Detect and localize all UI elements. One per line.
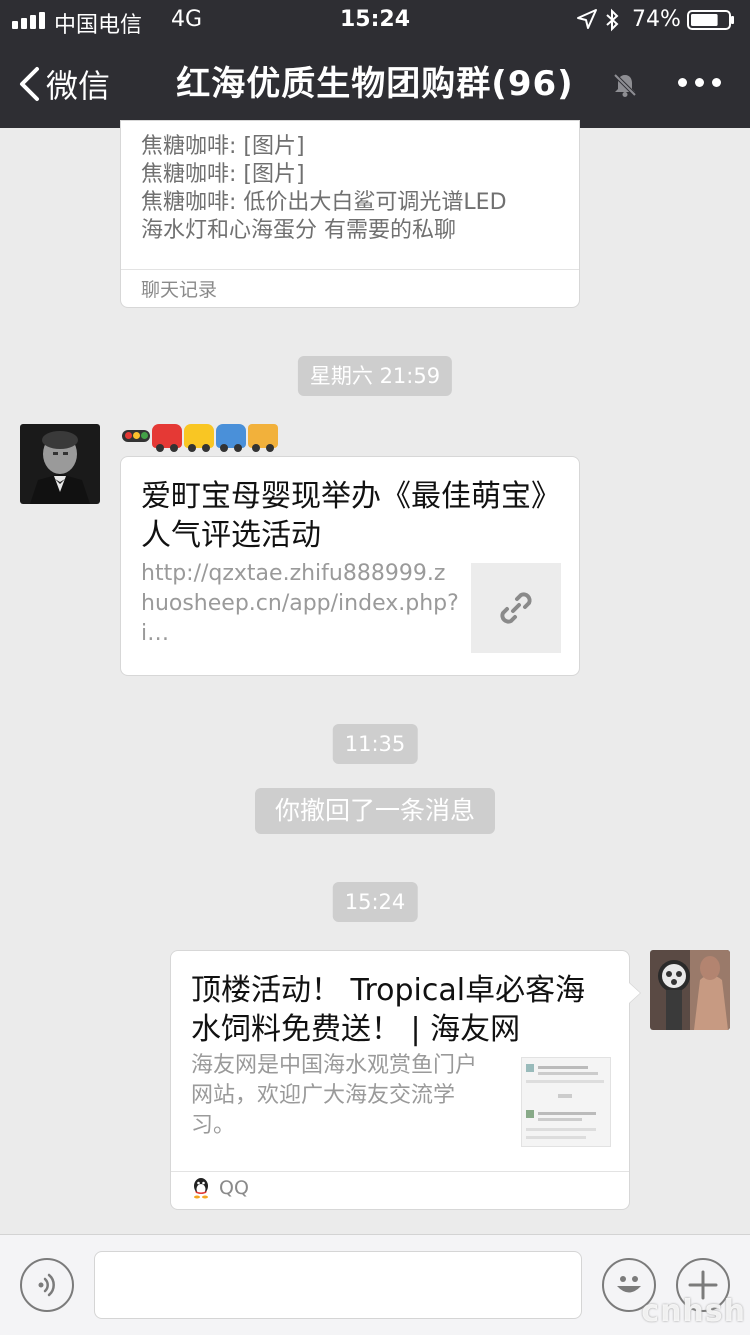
top-bar: 中国电信 4G 15:24 74% 微信 红海优质生物团购群(96)	[0, 0, 750, 128]
message-timestamp: 15:24	[332, 882, 418, 922]
mute-bell-icon	[613, 73, 637, 97]
sender-name	[122, 424, 278, 452]
blue-car-icon	[216, 424, 246, 452]
link-icon	[500, 592, 532, 624]
thumbnail-image	[522, 1058, 610, 1146]
more-options-icon[interactable]	[678, 78, 721, 87]
link-source: QQ	[191, 1177, 249, 1199]
voice-icon	[38, 1273, 55, 1297]
bluetooth-icon	[606, 8, 619, 32]
bubble-tail	[629, 983, 640, 1003]
link-thumbnail	[471, 563, 561, 653]
avatar-image	[650, 950, 730, 1030]
location-arrow-icon	[577, 9, 597, 29]
link-message-card[interactable]: 爱町宝母婴现举办《最佳萌宝》人气评选活动 http://qzxtae.zhifu…	[120, 456, 580, 676]
link-url: http://qzxtae.zhifu888999.zhuosheep.cn/a…	[141, 561, 459, 646]
chat-history-lines: 焦糖咖啡: [图片] 焦糖咖啡: [图片] 焦糖咖啡: 低价出大白鲨可调光谱LE…	[141, 133, 561, 245]
bus-icon	[248, 424, 278, 452]
taxi-icon	[184, 424, 214, 452]
divider	[171, 1171, 629, 1172]
qq-penguin-icon	[194, 1178, 208, 1199]
voice-button[interactable]	[20, 1258, 74, 1312]
chat-history-line: 海水灯和心海蛋分 有需要的私聊	[141, 218, 456, 243]
divider	[121, 269, 579, 270]
input-bar: cnhsh	[0, 1234, 750, 1335]
link-title: 爱町宝母婴现举办《最佳萌宝》人气评选活动	[141, 479, 546, 553]
recall-notice: 你撤回了一条消息	[254, 788, 496, 834]
link-source-label: QQ	[219, 1177, 249, 1199]
chat-history-line: 焦糖咖啡: 低价出大白鲨可调光谱LED	[141, 190, 507, 215]
message-input[interactable]	[94, 1251, 582, 1319]
red-car-icon	[152, 424, 182, 452]
message-timestamp: 星期六 21:59	[297, 356, 453, 396]
link-message-card[interactable]: 顶楼活动！ Tropical卓必客海水饲料免费送！ | 海友网 海友网是中国海水…	[170, 950, 641, 1210]
chat-history-line: 焦糖咖啡: [图片]	[141, 162, 305, 187]
status-bar: 中国电信 4G 15:24 74%	[0, 0, 750, 40]
nav-bar: 微信 红海优质生物团购群(96)	[0, 40, 750, 128]
message-timestamp: 11:35	[332, 724, 418, 764]
avatar-image	[20, 424, 100, 504]
chat-history-footer: 聊天记录	[141, 279, 218, 301]
chat-history-line: 焦糖咖啡: [图片]	[141, 134, 305, 159]
chat-history-card[interactable]: 焦糖咖啡: [图片] 焦糖咖啡: [图片] 焦糖咖啡: 低价出大白鲨可调光谱LE…	[120, 120, 580, 308]
avatar[interactable]	[650, 950, 730, 1030]
battery-icon	[687, 10, 734, 30]
battery-percent: 74%	[632, 7, 681, 32]
link-description: 海友网是中国海水观赏鱼门户网站，欢迎广大海友交流学习。	[191, 1053, 478, 1138]
link-thumbnail	[521, 1057, 611, 1147]
traffic-light-icon	[122, 430, 150, 442]
avatar[interactable]	[20, 424, 100, 504]
watermark: cnhsh	[641, 1294, 746, 1329]
link-title: 顶楼活动！ Tropical卓必客海水饲料免费送！ | 海友网	[191, 973, 586, 1047]
